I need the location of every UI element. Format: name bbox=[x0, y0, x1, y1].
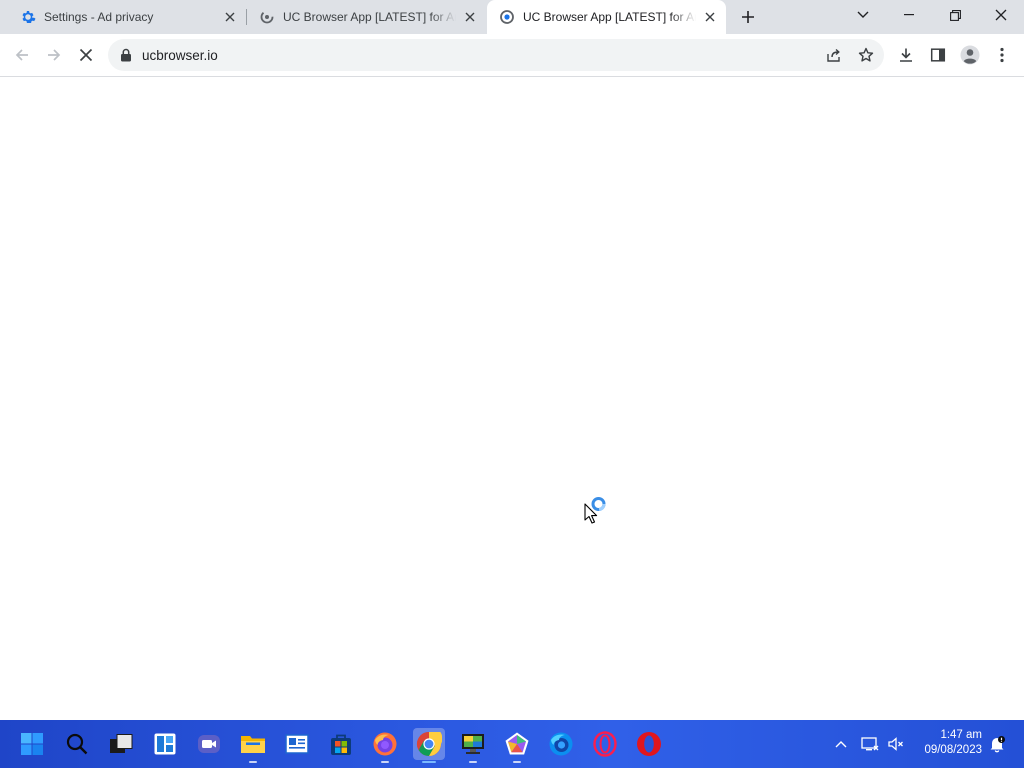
stop-icon bbox=[79, 48, 93, 62]
close-icon bbox=[995, 9, 1007, 21]
news-icon bbox=[285, 734, 309, 754]
new-tab-button[interactable] bbox=[736, 5, 760, 29]
polygon-app-icon bbox=[505, 732, 529, 755]
close-tab-icon[interactable] bbox=[702, 9, 718, 25]
loading-icon bbox=[259, 9, 275, 25]
chevron-down-icon bbox=[857, 11, 869, 18]
folder-icon bbox=[241, 736, 265, 753]
side-panel-icon bbox=[930, 48, 946, 62]
bookmark-star-icon[interactable] bbox=[850, 39, 882, 71]
forward-button[interactable] bbox=[38, 39, 70, 71]
store-icon bbox=[331, 734, 351, 755]
close-window-button[interactable] bbox=[978, 0, 1024, 30]
opera-button[interactable] bbox=[633, 728, 665, 760]
store-button[interactable] bbox=[325, 728, 357, 760]
tab-strip: Settings - Ad privacy UC Browser App [LA… bbox=[0, 0, 1024, 34]
clock-time: 1:47 am bbox=[940, 729, 982, 741]
news-button[interactable] bbox=[281, 728, 313, 760]
taskbar-clock[interactable]: 1:47 am 09/08/2023 bbox=[912, 728, 982, 758]
tab-search-button[interactable] bbox=[840, 0, 886, 30]
firefox-button[interactable] bbox=[369, 728, 401, 763]
search-button[interactable] bbox=[61, 728, 93, 760]
opera-icon bbox=[637, 732, 661, 756]
downloads-button[interactable] bbox=[890, 39, 922, 71]
firefox-developer-button[interactable] bbox=[545, 728, 577, 760]
firefox-developer-icon bbox=[549, 732, 573, 756]
display-settings-button[interactable] bbox=[457, 728, 489, 763]
lock-icon[interactable] bbox=[118, 47, 134, 63]
restore-button[interactable] bbox=[932, 0, 978, 30]
stop-loading-button[interactable] bbox=[70, 39, 102, 71]
firefox-icon bbox=[373, 732, 397, 756]
profile-button[interactable] bbox=[954, 39, 986, 71]
chrome-icon bbox=[416, 732, 442, 756]
restore-icon bbox=[949, 9, 961, 21]
file-explorer-button[interactable] bbox=[237, 728, 269, 763]
opera-gx-button[interactable] bbox=[589, 728, 621, 760]
avatar-icon bbox=[960, 45, 980, 65]
url-text[interactable]: ucbrowser.io bbox=[142, 48, 218, 63]
task-view-button[interactable] bbox=[105, 728, 137, 760]
notifications-icon[interactable] bbox=[984, 720, 1010, 768]
download-icon bbox=[900, 48, 912, 62]
polygon-app-button[interactable] bbox=[501, 728, 533, 763]
opera-gx-icon bbox=[593, 731, 617, 757]
search-icon bbox=[66, 733, 88, 755]
close-tab-icon[interactable] bbox=[222, 9, 238, 25]
chevron-up-icon bbox=[835, 741, 847, 748]
volume-muted-icon[interactable] bbox=[884, 720, 908, 768]
chat-button[interactable] bbox=[193, 728, 225, 760]
address-bar[interactable]: ucbrowser.io bbox=[108, 39, 884, 71]
uc-favicon-icon bbox=[499, 9, 515, 25]
clock-date: 09/08/2023 bbox=[924, 744, 982, 756]
kebab-menu-icon bbox=[1000, 47, 1004, 63]
plus-icon bbox=[742, 11, 754, 23]
arrow-right-icon bbox=[48, 49, 61, 61]
tab-uc-browser-loading[interactable]: UC Browser App [LATEST] for Android bbox=[247, 0, 486, 34]
monitor-app-icon bbox=[462, 734, 484, 754]
gear-icon bbox=[20, 9, 36, 25]
network-icon[interactable] bbox=[858, 720, 882, 768]
page-content[interactable] bbox=[0, 77, 1024, 720]
windows-taskbar bbox=[0, 720, 1024, 768]
busy-cursor-icon bbox=[584, 497, 606, 524]
minimize-icon bbox=[904, 14, 914, 16]
close-tab-icon[interactable] bbox=[462, 9, 478, 25]
video-chat-icon bbox=[198, 735, 220, 753]
back-button[interactable] bbox=[6, 39, 38, 71]
widgets-icon bbox=[154, 733, 176, 755]
show-hidden-icons-button[interactable] bbox=[830, 720, 852, 768]
share-icon[interactable] bbox=[818, 39, 850, 71]
windows-logo-icon bbox=[21, 733, 43, 755]
start-button[interactable] bbox=[16, 728, 48, 760]
tab-settings-ad-privacy[interactable]: Settings - Ad privacy bbox=[8, 0, 246, 34]
minimize-button[interactable] bbox=[886, 0, 932, 30]
chrome-button[interactable] bbox=[413, 728, 445, 763]
tab-title: UC Browser App [LATEST] for Android bbox=[283, 10, 456, 24]
widgets-button[interactable] bbox=[149, 728, 181, 760]
task-view-icon bbox=[110, 734, 133, 753]
tab-title: Settings - Ad privacy bbox=[44, 10, 154, 24]
arrow-left-icon bbox=[15, 49, 28, 61]
menu-button[interactable] bbox=[986, 39, 1018, 71]
tab-uc-browser-active[interactable]: UC Browser App [LATEST] for Android bbox=[487, 0, 726, 34]
browser-toolbar: ucbrowser.io bbox=[0, 34, 1024, 77]
side-panel-button[interactable] bbox=[922, 39, 954, 71]
tab-title: UC Browser App [LATEST] for Android bbox=[523, 10, 696, 24]
